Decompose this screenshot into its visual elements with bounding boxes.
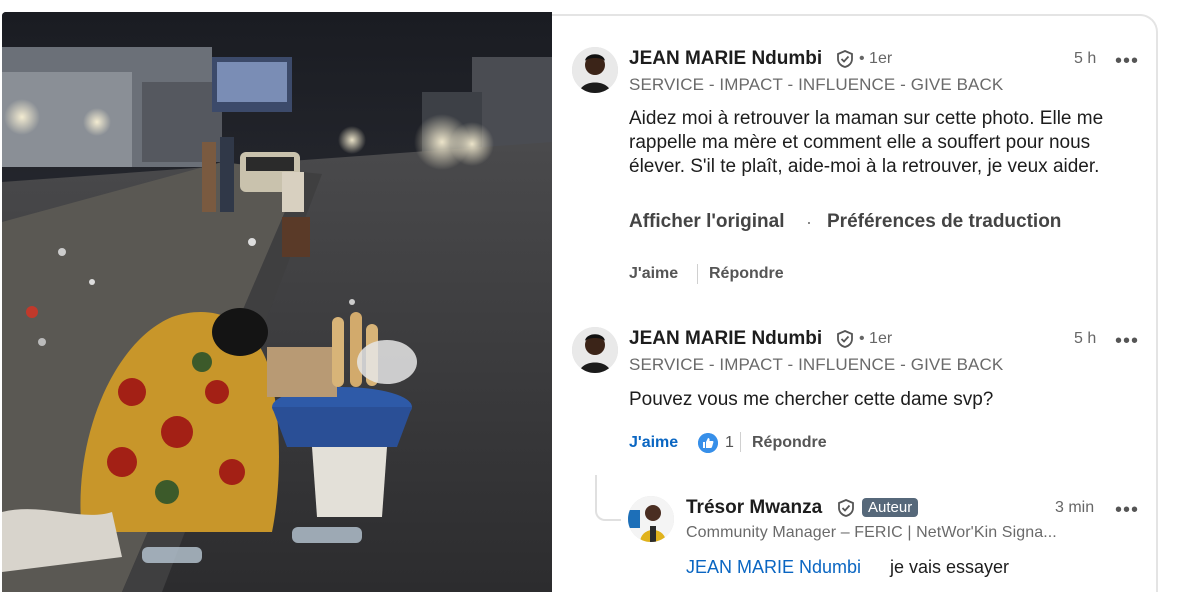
comment-author-name[interactable]: JEAN MARIE Ndumbi	[629, 48, 822, 70]
action-divider	[697, 264, 698, 284]
connection-degree: • 1er	[859, 50, 893, 67]
avatar[interactable]	[572, 47, 618, 93]
like-reaction-icon[interactable]	[698, 433, 718, 453]
show-original-link[interactable]: Afficher l'original	[629, 211, 784, 233]
mention-link[interactable]: JEAN MARIE Ndumbi	[686, 557, 861, 578]
comment-author-name[interactable]: JEAN MARIE Ndumbi	[629, 328, 822, 350]
reaction-count[interactable]: 1	[725, 434, 734, 452]
reply-time: 3 min	[1055, 499, 1095, 516]
reply-button[interactable]: Répondre	[752, 434, 827, 452]
verified-shield-icon	[837, 50, 853, 68]
avatar[interactable]	[572, 327, 618, 373]
reply-button[interactable]: Répondre	[709, 265, 784, 283]
connection-degree: • 1er	[859, 330, 893, 347]
more-options-icon[interactable]: •••	[1115, 51, 1139, 71]
verified-shield-icon	[837, 330, 853, 348]
thread-connector	[595, 475, 621, 521]
reply-author-headline: Community Manager – FERIC | NetWor'Kin S…	[686, 524, 1057, 541]
author-badge: Auteur	[862, 498, 919, 517]
comment-text: Aidez moi à retrouver la maman sur cette…	[629, 108, 1104, 177]
profile-photo-icon	[572, 47, 618, 93]
comment-text: Pouvez vous me chercher cette dame svp?	[629, 389, 994, 410]
post-photo[interactable]	[2, 12, 552, 592]
street-scene-photo-icon	[2, 12, 552, 592]
reply-text: je vais essayer	[890, 557, 1010, 577]
more-options-icon[interactable]: •••	[1115, 331, 1139, 351]
translation-preferences-link[interactable]: Préférences de traduction	[827, 211, 1061, 233]
like-button[interactable]: J'aime	[629, 434, 678, 452]
more-options-icon[interactable]: •••	[1115, 500, 1139, 520]
comment-time: 5 h	[1074, 330, 1097, 347]
verified-shield-icon	[838, 499, 854, 517]
profile-photo-icon	[572, 327, 618, 373]
reply-author-name[interactable]: Trésor Mwanza	[686, 497, 822, 519]
action-divider	[740, 432, 741, 452]
comment-time: 5 h	[1074, 50, 1097, 67]
like-button[interactable]: J'aime	[629, 265, 678, 283]
profile-photo-icon	[628, 496, 674, 542]
separator-dot: ·	[806, 212, 812, 232]
author-headline: SERVICE - IMPACT - INFLUENCE - GIVE BACK	[629, 355, 1004, 374]
author-headline: SERVICE - IMPACT - INFLUENCE - GIVE BACK	[629, 75, 1004, 94]
screenshot-root: JEAN MARIE Ndumbi • 1er 5 h ••• SERVICE …	[0, 0, 1200, 592]
avatar[interactable]	[628, 496, 674, 542]
